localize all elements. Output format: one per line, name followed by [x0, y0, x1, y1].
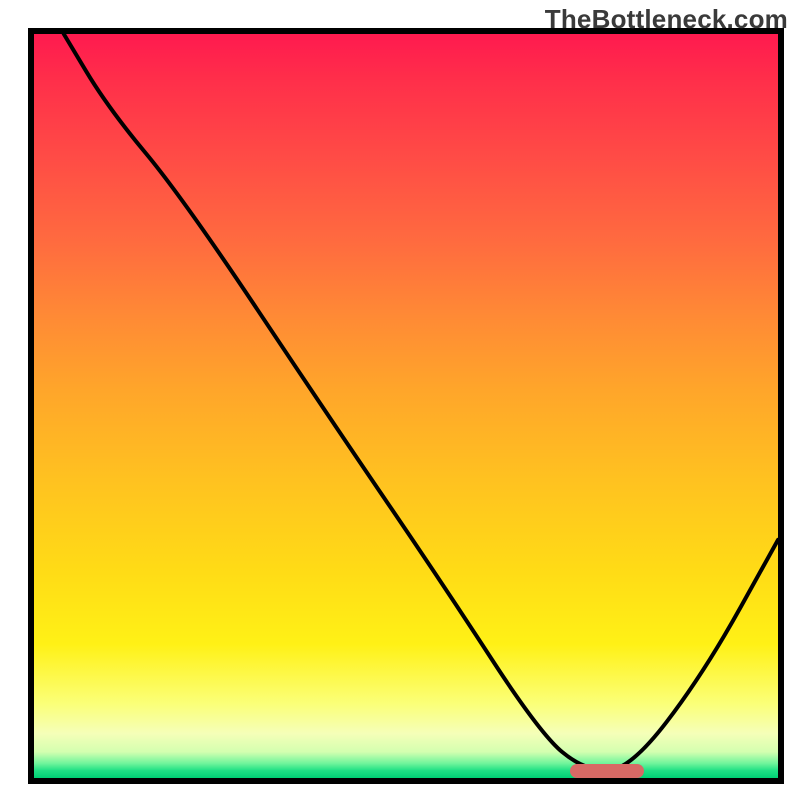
- optimal-range-marker: [570, 764, 644, 778]
- gradient-plot-area: [28, 28, 784, 784]
- watermark-text: TheBottleneck.com: [545, 4, 788, 35]
- chart-container: TheBottleneck.com: [0, 0, 800, 800]
